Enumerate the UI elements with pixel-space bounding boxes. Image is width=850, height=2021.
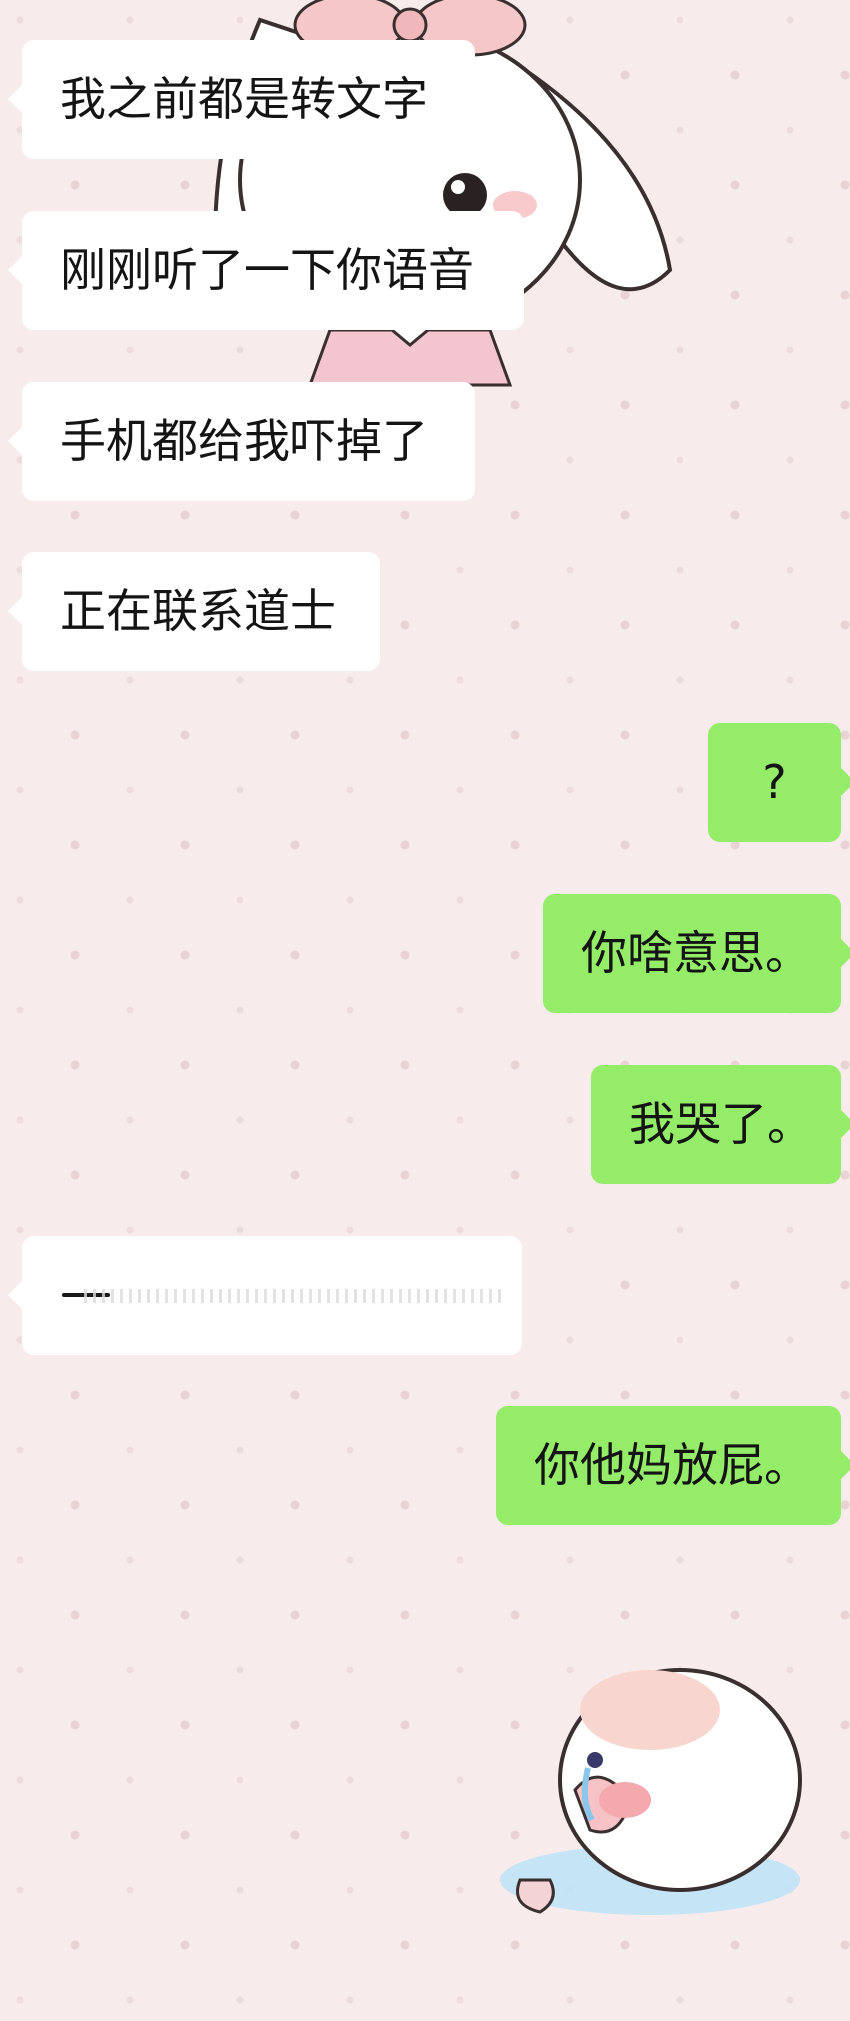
- message-bubble-incoming[interactable]: 刚刚听了一下你语音: [8, 211, 524, 330]
- crying-bunny-sticker-icon: [500, 1668, 802, 1915]
- message-bubble-incoming[interactable]: 手机都给我吓掉了: [8, 382, 475, 501]
- message-bubble-incoming[interactable]: 我之前都是转文字: [8, 40, 475, 159]
- redacted-message-bubble[interactable]: [8, 1236, 522, 1355]
- redaction-pattern: [84, 1289, 504, 1303]
- message-bubble-incoming[interactable]: 正在联系道士: [8, 552, 380, 671]
- message-bubble-outgoing[interactable]: 我哭了。: [591, 1065, 850, 1184]
- message-bubble-outgoing[interactable]: 你啥意思。: [543, 894, 850, 1013]
- message-bubble-outgoing[interactable]: ?: [708, 723, 850, 842]
- message-bubble-outgoing[interactable]: 你他妈放屁。: [496, 1406, 850, 1525]
